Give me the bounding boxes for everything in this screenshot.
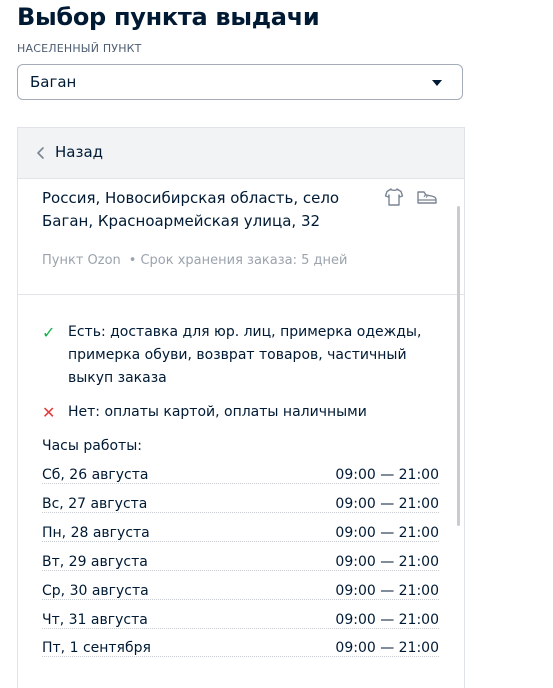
hours-row: Сб, 26 августа 09:00 — 21:00	[42, 467, 439, 489]
dotted-leader	[42, 628, 439, 629]
hours-day: Вт, 29 августа	[42, 554, 152, 570]
hours-row: Ср, 30 августа 09:00 — 21:00	[42, 583, 439, 605]
shirt-icon	[384, 188, 404, 206]
hours-day: Чт, 31 августа	[42, 612, 152, 628]
point-type: Пункт Ozon	[42, 253, 121, 268]
hours-time: 09:00 — 21:00	[331, 496, 439, 512]
back-button[interactable]: Назад	[18, 128, 464, 179]
hours-time: 09:00 — 21:00	[331, 640, 439, 656]
hours-row: Пн, 28 августа 09:00 — 21:00	[42, 525, 439, 547]
pickup-point-panel: Назад Россия, Новосибирская область, сел…	[17, 127, 465, 688]
hours-day: Пн, 28 августа	[42, 525, 154, 541]
hours-day: Вс, 27 августа	[42, 496, 152, 512]
hours-row: Пт, 1 сентября 09:00 — 21:00	[42, 640, 439, 662]
unavailable-services: ✕ Нет: оплаты картой, оплаты наличными	[42, 401, 448, 424]
pickup-address: Россия, Новосибирская область, село Бага…	[42, 189, 340, 230]
dotted-leader	[42, 656, 439, 657]
hours-row: Вт, 29 августа 09:00 — 21:00	[42, 554, 439, 576]
hours-row: Вс, 27 августа 09:00 — 21:00	[42, 496, 439, 518]
cross-icon: ✕	[42, 403, 56, 422]
pickup-meta: Пункт Ozon • Срок хранения заказа: 5 дней	[42, 253, 348, 268]
chevron-left-icon	[37, 147, 44, 159]
hours-day: Пт, 1 сентября	[42, 640, 155, 656]
caret-down-icon	[432, 80, 442, 86]
scrollbar[interactable]	[457, 206, 460, 526]
available-services: ✓ Есть: доставка для юр. лиц, примерка о…	[42, 321, 448, 390]
dotted-leader	[42, 512, 439, 513]
storage-period: Срок хранения заказа: 5 дней	[140, 253, 348, 268]
hours-time: 09:00 — 21:00	[331, 467, 439, 483]
city-field-label: НАСЕЛЕННЫЙ ПУНКТ	[17, 42, 142, 55]
hours-time: 09:00 — 21:00	[331, 525, 439, 541]
hours-time: 09:00 — 21:00	[331, 583, 439, 599]
dotted-leader	[42, 483, 439, 484]
check-icon: ✓	[42, 323, 56, 342]
back-label: Назад	[55, 143, 104, 161]
hours-title: Часы работы:	[42, 438, 142, 454]
city-select-value: Баган	[30, 73, 77, 91]
hours-time: 09:00 — 21:00	[331, 554, 439, 570]
hours-day: Ср, 30 августа	[42, 583, 153, 599]
city-select[interactable]: Баган	[17, 64, 463, 100]
divider	[18, 294, 464, 295]
hours-time: 09:00 — 21:00	[331, 612, 439, 628]
page-title: Выбор пункта выдачи	[17, 3, 320, 31]
dotted-leader	[42, 599, 439, 600]
unavailable-services-text: Нет: оплаты картой, оплаты наличными	[68, 404, 367, 420]
dotted-leader	[42, 541, 439, 542]
available-services-text: Есть: доставка для юр. лиц, примерка оде…	[68, 324, 422, 386]
dotted-leader	[42, 570, 439, 571]
hours-row: Чт, 31 августа 09:00 — 21:00	[42, 612, 439, 634]
shoe-icon	[417, 191, 437, 204]
hours-day: Сб, 26 августа	[42, 467, 153, 483]
